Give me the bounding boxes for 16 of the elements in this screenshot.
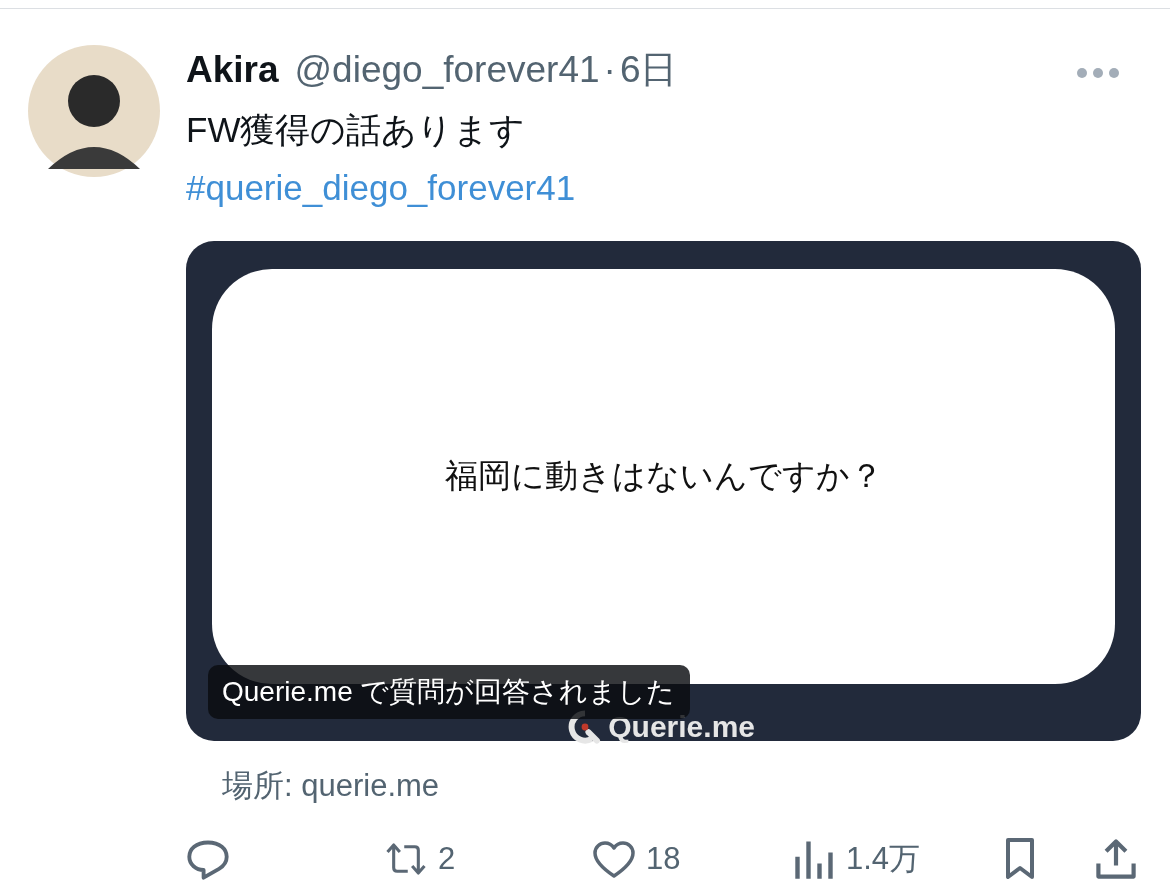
author-handle[interactable]: @diego_forever41: [294, 49, 600, 91]
like-button[interactable]: 18: [592, 837, 792, 881]
views-button[interactable]: 1.4万: [792, 837, 998, 881]
question-text: 福岡に動きはないんですか？: [444, 456, 883, 496]
hashtag-link[interactable]: #querie_diego_forever41: [186, 159, 576, 217]
avatar-icon[interactable]: [28, 45, 160, 177]
card-caption: Querie.me で質問が回答されました: [208, 665, 690, 719]
post-time[interactable]: 6日: [619, 45, 678, 95]
author-name[interactable]: Akira: [186, 49, 279, 91]
share-button[interactable]: [1094, 837, 1138, 881]
separator-dot: ·: [603, 49, 616, 91]
post-text: FW獲得の話あります: [186, 109, 527, 151]
repost-button[interactable]: 2: [384, 837, 592, 881]
link-card[interactable]: 福岡に動きはないんですか？ Querie.me で質問が回答されました Querie.me: [186, 241, 1141, 741]
share-icon: [1094, 837, 1138, 881]
card-source[interactable]: 場所: querie.me: [222, 765, 1142, 807]
